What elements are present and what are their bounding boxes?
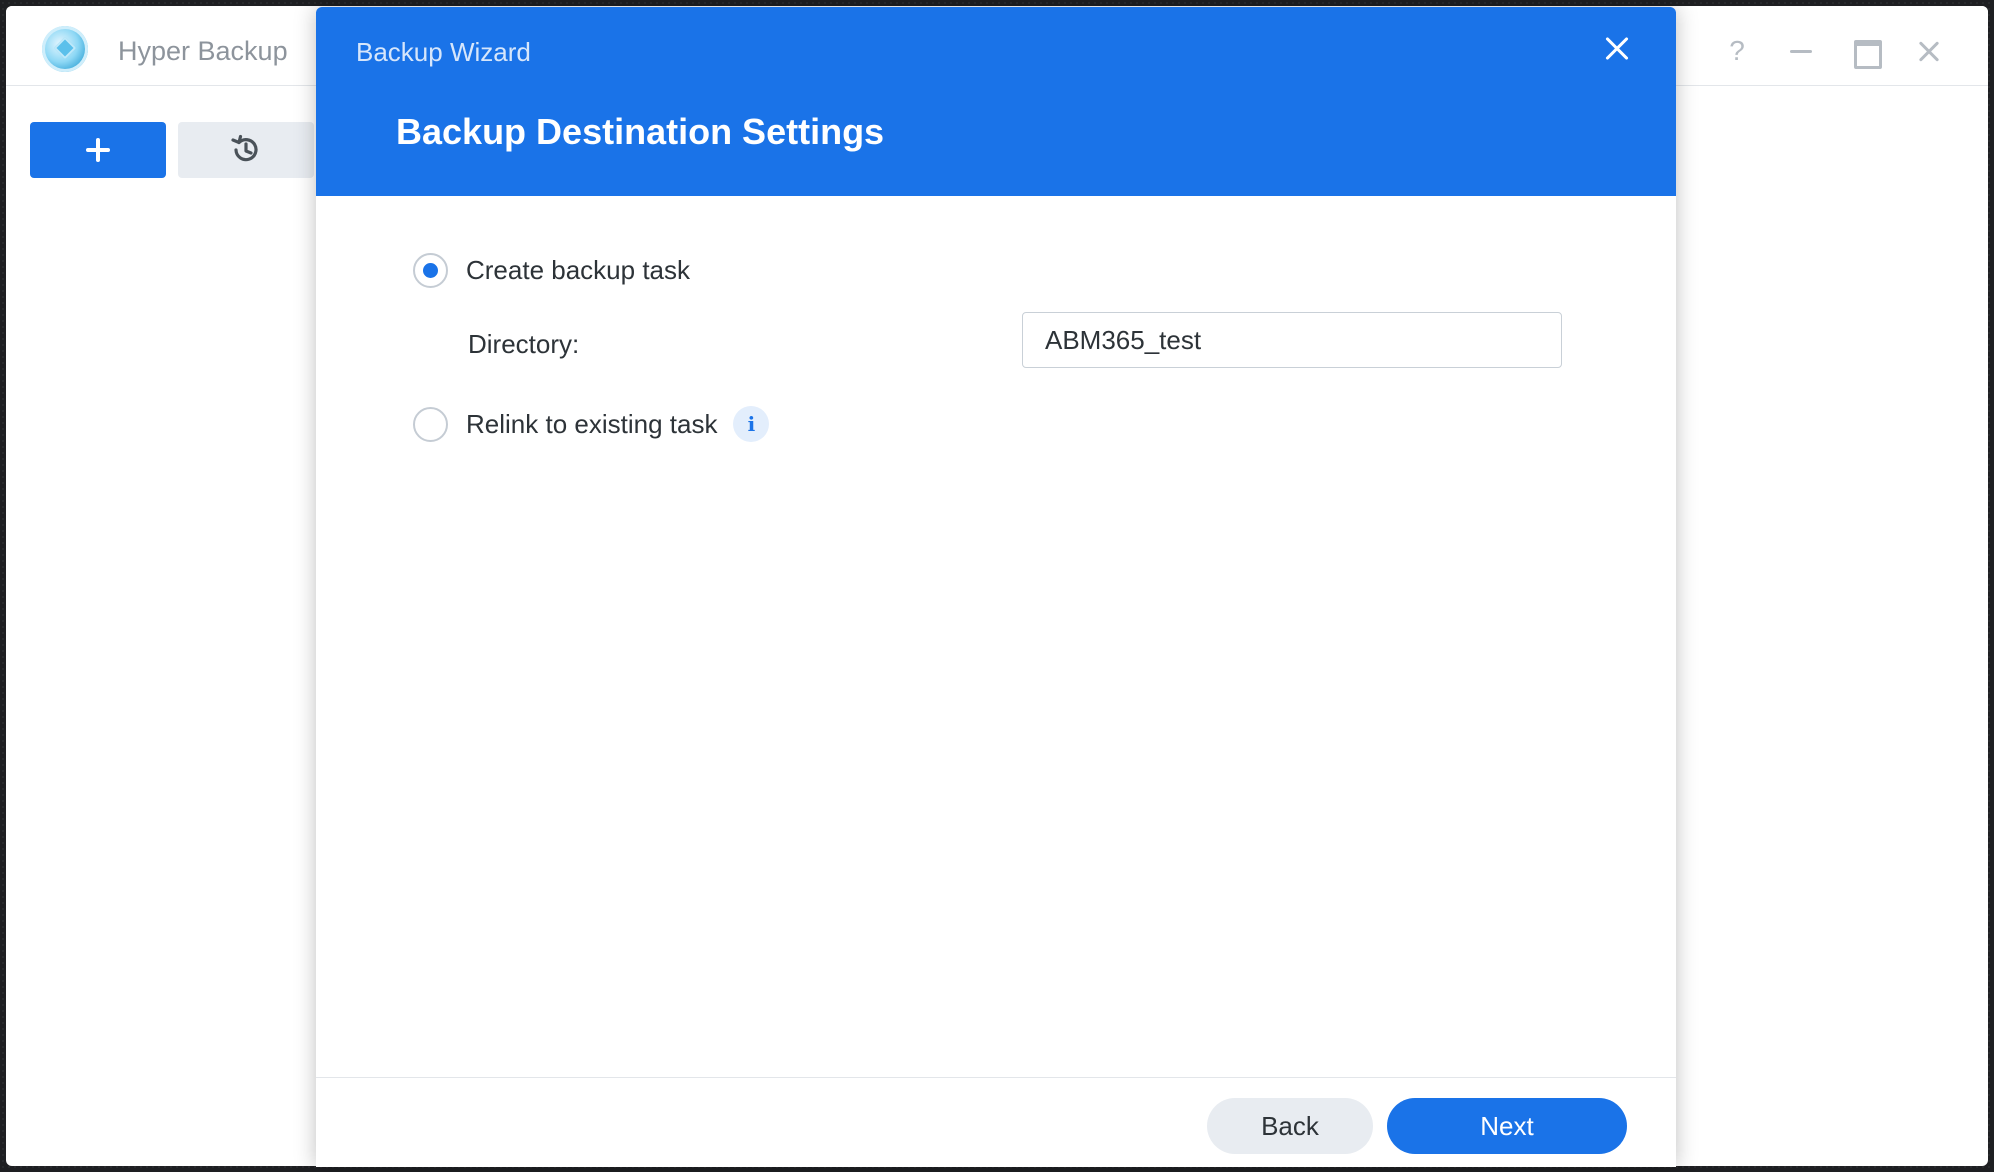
help-icon[interactable]: ? xyxy=(1720,34,1754,68)
hyper-backup-logo-icon xyxy=(42,26,88,72)
relink-existing-task-radio[interactable] xyxy=(413,406,448,442)
info-icon[interactable]: i xyxy=(733,406,770,442)
restore-button[interactable] xyxy=(178,122,314,178)
step-title: Backup Destination Settings xyxy=(396,111,885,152)
minimize-icon[interactable] xyxy=(1784,34,1818,68)
restore-history-icon xyxy=(231,134,258,162)
close-dialog-icon[interactable] xyxy=(1600,31,1634,65)
option-relink-existing-task[interactable]: Relink to existing task i xyxy=(413,406,770,442)
add-task-button[interactable] xyxy=(30,122,166,178)
next-button[interactable]: Next xyxy=(1387,1098,1627,1154)
maximize-icon[interactable] xyxy=(1848,34,1882,69)
back-button[interactable]: Back xyxy=(1207,1098,1373,1154)
directory-input[interactable] xyxy=(1022,312,1562,368)
dialog-footer: Back Next xyxy=(316,1077,1676,1167)
dialog-title: Backup Wizard xyxy=(356,37,531,67)
create-backup-task-radio[interactable] xyxy=(413,253,448,288)
create-backup-task-label: Create backup task xyxy=(466,255,691,285)
directory-label: Directory: xyxy=(468,329,580,359)
close-window-icon[interactable] xyxy=(1912,34,1946,68)
dialog-header: Backup Wizard Backup Destination Setting… xyxy=(316,7,1676,196)
option-create-backup-task[interactable]: Create backup task xyxy=(413,253,690,288)
app-title: Hyper Backup xyxy=(118,36,288,66)
backup-wizard-dialog: Backup Wizard Backup Destination Setting… xyxy=(316,7,1676,1167)
relink-existing-task-label: Relink to existing task xyxy=(466,408,718,439)
